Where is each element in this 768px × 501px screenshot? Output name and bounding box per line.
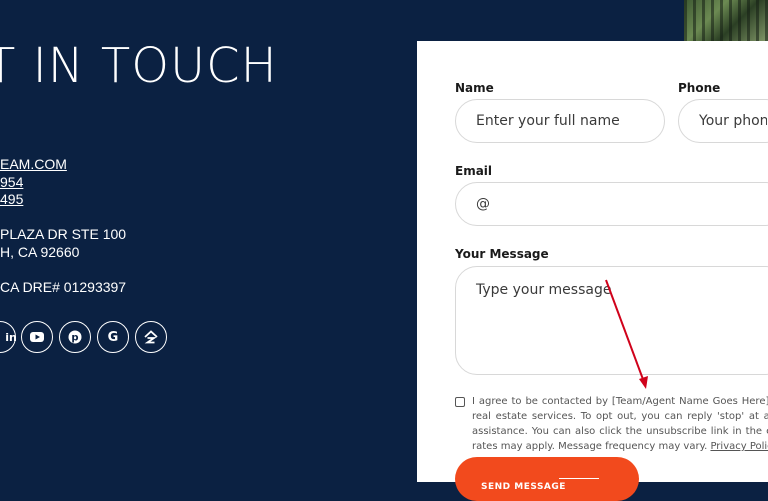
email-label: Email bbox=[455, 164, 493, 178]
phone-link-2[interactable]: 495 bbox=[0, 191, 23, 207]
zillow-button[interactable] bbox=[135, 321, 167, 353]
contact-info-panel: T IN TOUCH EAM.COM 954 495 PLAZA DR STE … bbox=[0, 0, 420, 482]
youtube-button[interactable] bbox=[21, 321, 53, 353]
consent-checkbox[interactable] bbox=[455, 397, 465, 407]
phone-input[interactable] bbox=[678, 99, 768, 143]
name-input[interactable] bbox=[455, 99, 665, 143]
pinterest-icon: p bbox=[68, 330, 82, 344]
phone-label: Phone bbox=[678, 81, 721, 95]
send-message-label: SEND MESSAGE bbox=[481, 482, 566, 492]
google-icon: G bbox=[107, 329, 119, 345]
name-label: Name bbox=[455, 81, 494, 95]
send-message-button[interactable]: SEND MESSAGE bbox=[455, 457, 639, 501]
photo-foliage bbox=[684, 0, 768, 41]
message-textarea[interactable] bbox=[455, 266, 768, 375]
send-arrow-line bbox=[559, 478, 599, 479]
consent-text: I agree to be contacted by [Team/Agent N… bbox=[472, 394, 768, 454]
email-input[interactable] bbox=[455, 182, 768, 226]
youtube-icon bbox=[30, 332, 44, 342]
message-label: Your Message bbox=[455, 247, 549, 261]
license-number: CA DRE# 01293397 bbox=[0, 279, 127, 295]
zillow-icon bbox=[144, 330, 158, 344]
pinterest-button[interactable]: p bbox=[59, 321, 91, 353]
privacy-policy-link[interactable]: Privacy Policy bbox=[710, 441, 768, 452]
phone-link-1[interactable]: 954 bbox=[0, 174, 23, 190]
address-line-1: PLAZA DR STE 100 bbox=[0, 226, 127, 242]
google-button[interactable]: G bbox=[97, 321, 129, 353]
linkedin-button[interactable]: in bbox=[0, 321, 17, 353]
svg-text:p: p bbox=[71, 333, 78, 344]
address-line-2: H, CA 92660 bbox=[0, 244, 80, 260]
linkedin-icon: in bbox=[5, 330, 17, 344]
contact-form: Name Phone Email Your Message I agree to… bbox=[417, 41, 768, 501]
email-link[interactable]: EAM.COM bbox=[0, 156, 67, 172]
background-photo bbox=[684, 0, 768, 41]
page-title: T IN TOUCH bbox=[0, 38, 278, 94]
